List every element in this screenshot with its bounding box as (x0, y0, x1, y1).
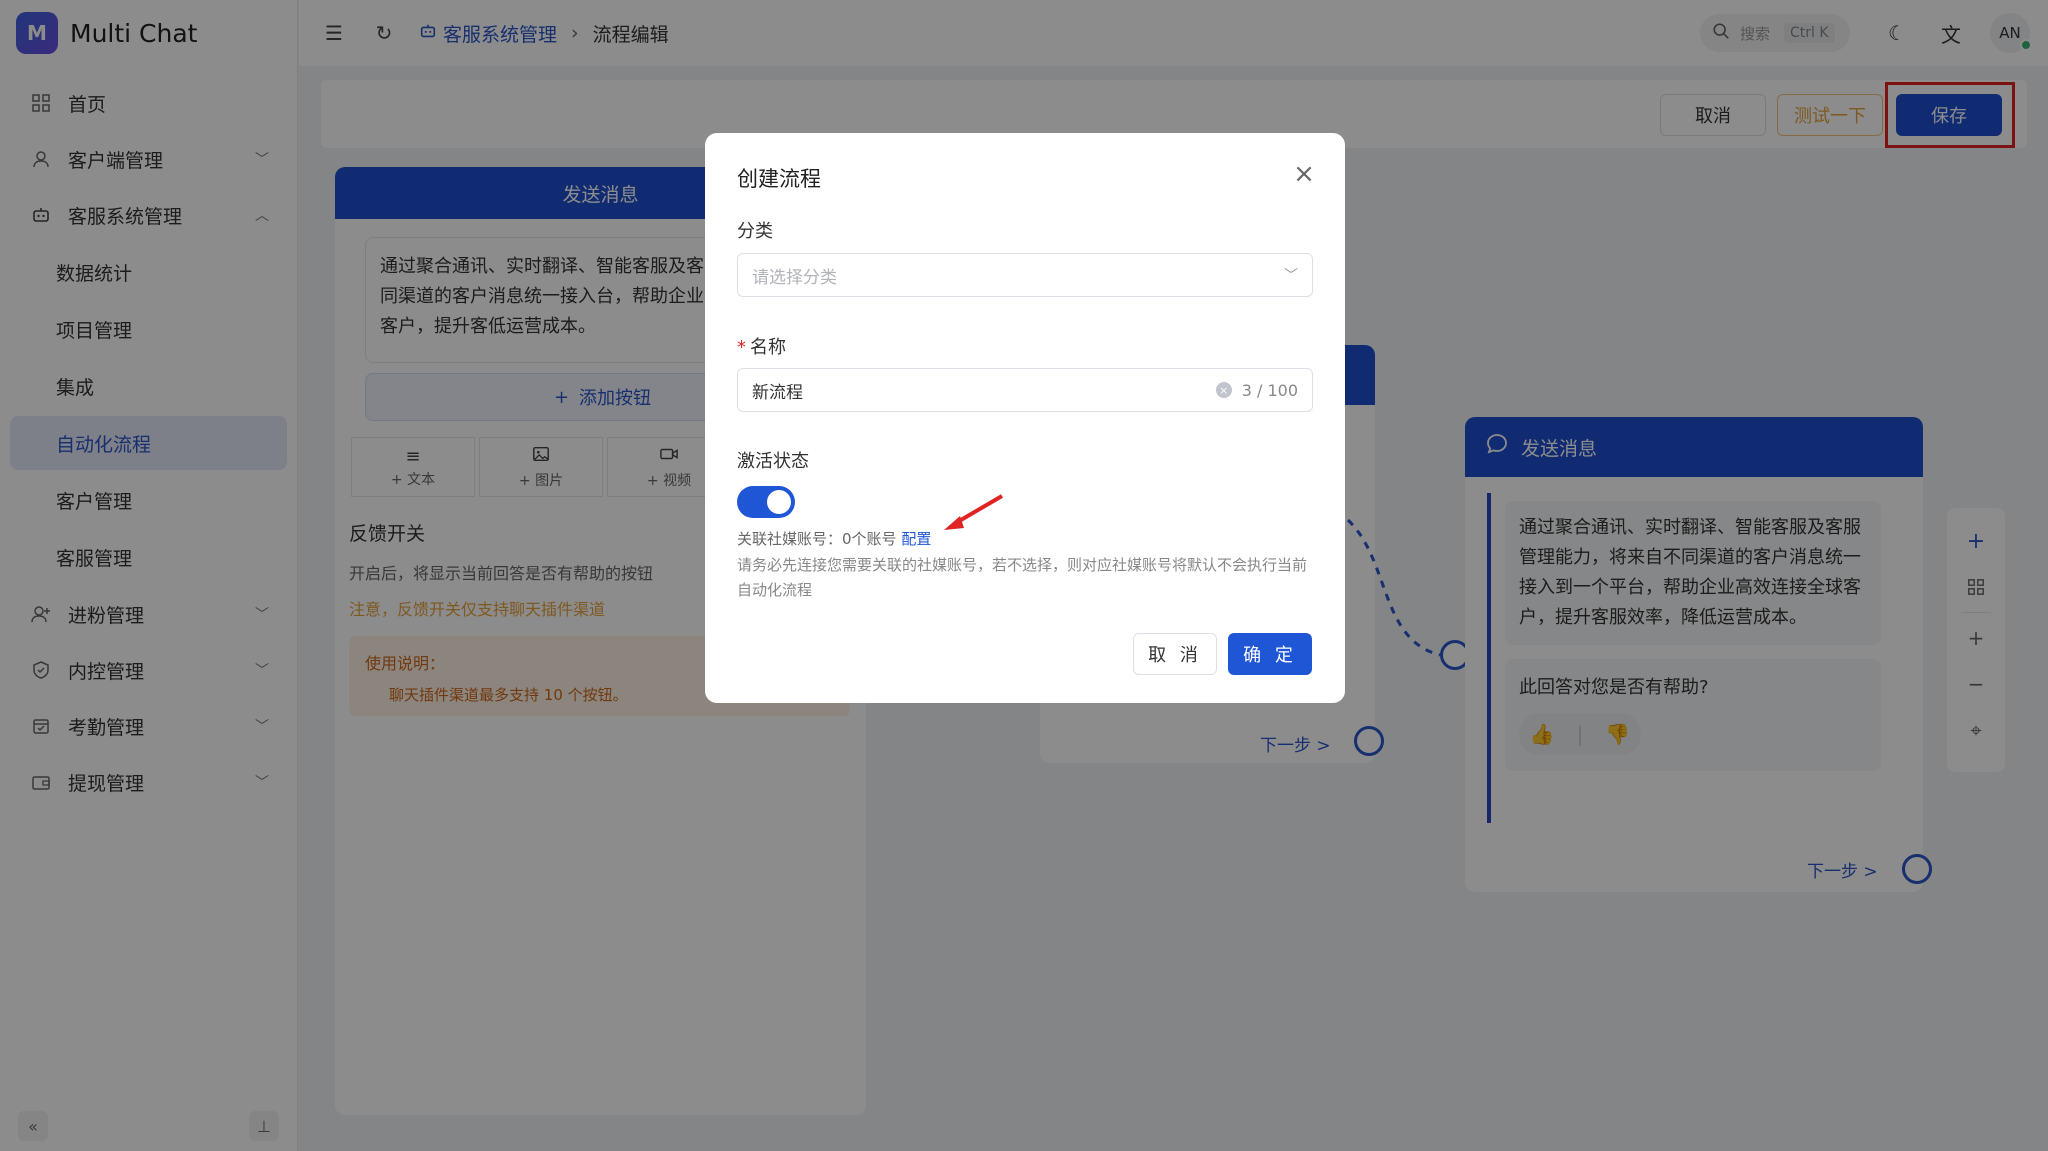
clear-icon[interactable]: × (1215, 382, 1232, 398)
char-count: 3 / 100 (1241, 380, 1298, 400)
chevron-down-icon: ﹀ (1284, 268, 1298, 284)
category-select[interactable]: 请选择分类 ﹀ (737, 253, 1313, 297)
category-placeholder: 请选择分类 (752, 267, 837, 288)
active-label: 激活状态 (737, 451, 809, 472)
name-input[interactable]: 新流程 × 3 / 100 (737, 368, 1313, 412)
active-toggle[interactable] (737, 486, 795, 518)
create-flow-dialog: 创建流程 × 分类 请选择分类 ﹀ * 名称 新流程 × 3 / 100 激活状态… (705, 133, 1345, 703)
dialog-title: 创建流程 (737, 167, 821, 191)
configure-link[interactable]: 配置 (901, 530, 931, 548)
required-asterisk: * (737, 337, 746, 358)
linked-accounts-row: 关联社媒账号：0个账号 配置 (737, 528, 931, 549)
linked-accounts-text: 关联社媒账号：0个账号 (737, 530, 897, 548)
name-label-row: * 名称 (737, 333, 786, 359)
close-icon[interactable]: × (1289, 159, 1319, 189)
name-value: 新流程 (752, 382, 803, 403)
name-label: 名称 (750, 337, 786, 358)
dialog-cancel-button[interactable]: 取 消 (1133, 633, 1217, 675)
dialog-confirm-button[interactable]: 确 定 (1228, 633, 1312, 675)
name-input-suffix: × 3 / 100 (1215, 380, 1298, 400)
category-label: 分类 (737, 221, 773, 242)
linked-accounts-help: 请务必先连接您需要关联的社媒账号，若不选择，则对应社媒账号将默认不会执行当前自动… (737, 556, 1308, 599)
toggle-knob (767, 490, 791, 514)
annotation-arrow-icon (944, 494, 1004, 530)
